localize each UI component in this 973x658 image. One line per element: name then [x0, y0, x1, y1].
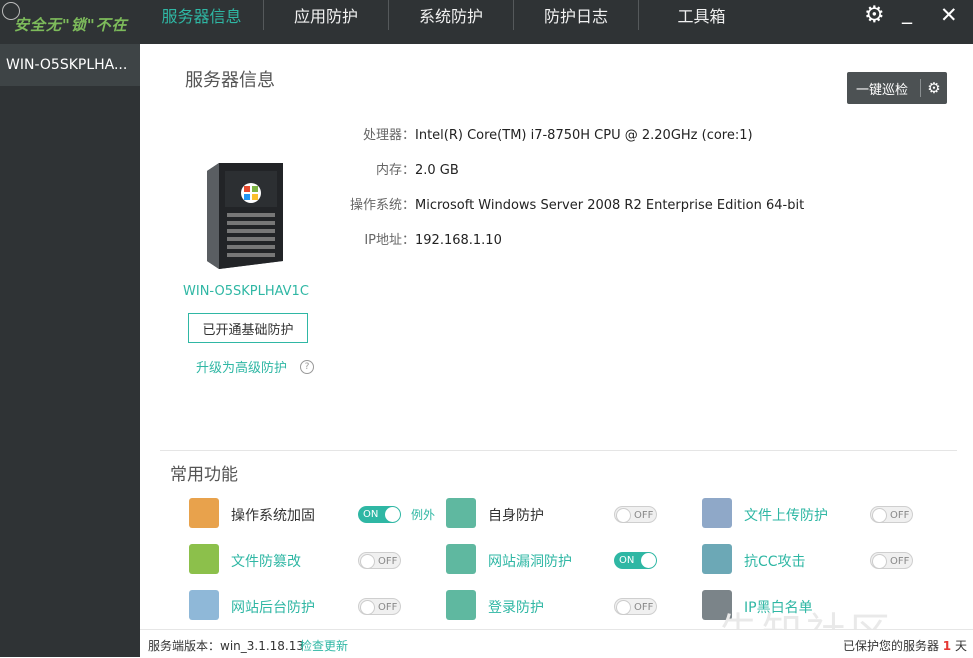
- feature-anti-cc: 抗CC攻击 OFF: [702, 544, 932, 576]
- tab-app-protection[interactable]: 应用防护: [264, 0, 389, 30]
- toggle-switch[interactable]: OFF: [870, 506, 913, 523]
- feature-label: 抗CC攻击: [744, 554, 806, 570]
- feature-login-protection: 登录防护 OFF: [446, 590, 676, 622]
- tab-protection-log[interactable]: 防护日志: [514, 0, 639, 30]
- feature-admin-protection: 网站后台防护 OFF: [189, 590, 439, 622]
- document-edit-icon: [189, 544, 219, 574]
- app-logo: 安全无"锁"不在: [0, 0, 140, 44]
- check-update-link[interactable]: 检查更新: [300, 637, 348, 654]
- tab-server-info[interactable]: 服务器信息: [140, 0, 264, 30]
- feature-os-hardening: 操作系统加固 ON 例外: [189, 498, 439, 530]
- sidebar-item-server[interactable]: WIN-O5SKPLHA...: [0, 44, 140, 86]
- feature-label: 网站后台防护: [231, 600, 315, 616]
- feature-label: 文件防篡改: [231, 554, 301, 570]
- status-bar: 服务端版本：win_3.1.18.13 检查更新 已保护您的服务器 1 天: [140, 629, 973, 658]
- toggle-switch[interactable]: OFF: [614, 506, 657, 523]
- info-key: 内存：: [375, 163, 415, 178]
- feature-label: 网站漏洞防护: [488, 554, 572, 570]
- puzzle-icon: [446, 544, 476, 574]
- protected-suffix: 天: [954, 639, 967, 653]
- basic-protection-button[interactable]: 已开通基础防护: [188, 313, 308, 343]
- monitor-icon: [189, 590, 219, 620]
- shield-login-icon: [446, 590, 476, 620]
- version-text: 服务端版本：win_3.1.18.13: [148, 639, 305, 653]
- info-key: 操作系统：: [349, 198, 415, 213]
- info-ip: IP地址：192.168.1.10: [349, 229, 502, 248]
- toggle-switch[interactable]: ON: [614, 552, 657, 569]
- tab-system-protection[interactable]: 系统防护: [389, 0, 514, 30]
- toggle-switch[interactable]: OFF: [358, 598, 401, 615]
- tab-toolbox[interactable]: 工具箱: [639, 0, 764, 30]
- title-bar: 安全无"锁"不在 服务器信息 应用防护 系统防护 防护日志 工具箱 ⚙ _ ✕: [0, 0, 973, 44]
- protected-prefix: 已保护您的服务器: [842, 639, 939, 653]
- toggle-switch[interactable]: OFF: [614, 598, 657, 615]
- server-tower-icon: [207, 163, 283, 269]
- feature-label: 自身防护: [488, 508, 544, 524]
- page-title: 服务器信息: [185, 70, 275, 91]
- feature-self-protection: 自身防护 OFF: [446, 498, 676, 530]
- info-value: Intel(R) Core(TM) i7-8750H CPU @ 2.20GHz…: [415, 128, 753, 143]
- minimize-icon[interactable]: _: [902, 0, 912, 24]
- gear-icon[interactable]: ⚙: [864, 2, 885, 28]
- exception-link[interactable]: 例外: [411, 506, 435, 523]
- toggle-switch[interactable]: OFF: [358, 552, 401, 569]
- upgrade-link[interactable]: 升级为高级防护: [196, 357, 287, 376]
- feature-label: 操作系统加固: [231, 508, 315, 524]
- toggle-switch[interactable]: ON: [358, 506, 401, 523]
- info-cpu: 处理器：Intel(R) Core(TM) i7-8750H CPU @ 2.2…: [349, 124, 753, 143]
- info-value: Microsoft Windows Server 2008 R2 Enterpr…: [415, 198, 805, 213]
- section-divider: [160, 450, 957, 451]
- sidebar: WIN-O5SKPLHA...: [0, 44, 140, 657]
- info-value: 192.168.1.10: [415, 233, 502, 248]
- feature-upload-protection: 文件上传防护 OFF: [702, 498, 932, 530]
- protected-days-count: 1: [942, 639, 952, 653]
- main-nav: 服务器信息 应用防护 系统防护 防护日志 工具箱: [140, 0, 764, 44]
- one-click-scan-button[interactable]: 一键巡检 ⚙: [847, 72, 947, 104]
- feature-web-vuln: 网站漏洞防护 ON: [446, 544, 676, 576]
- info-memory: 内存：2.0 GB: [349, 159, 459, 178]
- protected-days: 已保护您的服务器 1 天: [843, 637, 967, 654]
- info-value: 2.0 GB: [415, 163, 459, 178]
- gear-icon[interactable]: ⚙: [921, 79, 947, 97]
- help-icon[interactable]: ?: [300, 360, 314, 374]
- close-icon[interactable]: ✕: [940, 3, 958, 27]
- feature-label: 登录防护: [488, 600, 544, 616]
- scan-button-label: 一键巡检: [856, 82, 909, 98]
- logo-text: 安全无"锁"不在: [14, 16, 128, 34]
- hostname-label: WIN-O5SKPLHAV1C: [183, 284, 309, 299]
- info-os: 操作系统：Microsoft Windows Server 2008 R2 En…: [349, 194, 804, 213]
- feature-label: 文件上传防护: [744, 508, 828, 524]
- upload-icon: [702, 498, 732, 528]
- shield-icon: [446, 498, 476, 528]
- firewall-icon: [189, 498, 219, 528]
- features-title: 常用功能: [170, 465, 238, 485]
- info-key: IP地址：: [364, 233, 415, 248]
- cc-icon: [702, 544, 732, 574]
- toggle-switch[interactable]: OFF: [870, 552, 913, 569]
- feature-file-tamper: 文件防篡改 OFF: [189, 544, 439, 576]
- info-key: 处理器：: [362, 128, 415, 143]
